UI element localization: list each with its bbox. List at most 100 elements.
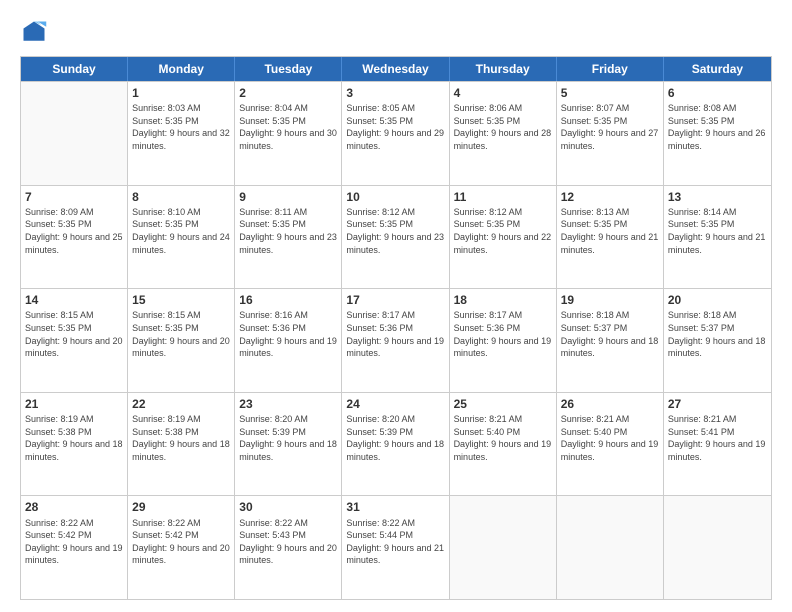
calendar-cell: 29 Sunrise: 8:22 AM Sunset: 5:42 PM Dayli… bbox=[128, 496, 235, 599]
calendar-cell: 17Sunrise: 8:17 AM Sunset: 5:36 PM Dayli… bbox=[342, 289, 449, 392]
calendar-cell: 8Sunrise: 8:10 AM Sunset: 5:35 PM Daylig… bbox=[128, 186, 235, 289]
calendar-cell: 14Sunrise: 8:15 AM Sunset: 5:35 PM Dayli… bbox=[21, 289, 128, 392]
calendar-row: 28 Sunrise: 8:22 AM Sunset: 5:42 PM Dayli… bbox=[21, 495, 771, 599]
day-number: 24 bbox=[346, 396, 444, 412]
calendar-cell: 6Sunrise: 8:08 AM Sunset: 5:35 PM Daylig… bbox=[664, 82, 771, 185]
calendar-cell: 16Sunrise: 8:16 AM Sunset: 5:36 PM Dayli… bbox=[235, 289, 342, 392]
calendar-cell: 1Sunrise: 8:03 AM Sunset: 5:35 PM Daylig… bbox=[128, 82, 235, 185]
day-number: 8 bbox=[132, 189, 230, 205]
header-day: Sunday bbox=[21, 57, 128, 81]
day-info: Sunrise: 8:22 AM Sunset: 5:42 PM Dayligh… bbox=[132, 517, 230, 567]
calendar-cell: 9Sunrise: 8:11 AM Sunset: 5:35 PM Daylig… bbox=[235, 186, 342, 289]
day-number: 21 bbox=[25, 396, 123, 412]
calendar-cell: 21Sunrise: 8:19 AM Sunset: 5:38 PM Dayli… bbox=[21, 393, 128, 496]
day-info: Sunrise: 8:12 AM Sunset: 5:35 PM Dayligh… bbox=[346, 206, 444, 256]
day-info: Sunrise: 8:21 AM Sunset: 5:40 PM Dayligh… bbox=[561, 413, 659, 463]
day-number: 25 bbox=[454, 396, 552, 412]
calendar: SundayMondayTuesdayWednesdayThursdayFrid… bbox=[20, 56, 772, 600]
day-info: Sunrise: 8:12 AM Sunset: 5:35 PM Dayligh… bbox=[454, 206, 552, 256]
day-info: Sunrise: 8:13 AM Sunset: 5:35 PM Dayligh… bbox=[561, 206, 659, 256]
day-number: 28 bbox=[25, 499, 123, 515]
day-info: Sunrise: 8:15 AM Sunset: 5:35 PM Dayligh… bbox=[25, 309, 123, 359]
day-number: 19 bbox=[561, 292, 659, 308]
day-number: 23 bbox=[239, 396, 337, 412]
logo-icon bbox=[20, 18, 48, 46]
day-info: Sunrise: 8:19 AM Sunset: 5:38 PM Dayligh… bbox=[25, 413, 123, 463]
day-info: Sunrise: 8:20 AM Sunset: 5:39 PM Dayligh… bbox=[239, 413, 337, 463]
day-info: Sunrise: 8:19 AM Sunset: 5:38 PM Dayligh… bbox=[132, 413, 230, 463]
header bbox=[20, 18, 772, 46]
day-number: 31 bbox=[346, 499, 444, 515]
calendar-cell bbox=[664, 496, 771, 599]
calendar-cell: 5Sunrise: 8:07 AM Sunset: 5:35 PM Daylig… bbox=[557, 82, 664, 185]
day-info: Sunrise: 8:20 AM Sunset: 5:39 PM Dayligh… bbox=[346, 413, 444, 463]
calendar-cell: 22Sunrise: 8:19 AM Sunset: 5:38 PM Dayli… bbox=[128, 393, 235, 496]
header-day: Thursday bbox=[450, 57, 557, 81]
calendar-cell: 4Sunrise: 8:06 AM Sunset: 5:35 PM Daylig… bbox=[450, 82, 557, 185]
day-info: Sunrise: 8:07 AM Sunset: 5:35 PM Dayligh… bbox=[561, 102, 659, 152]
calendar-cell bbox=[557, 496, 664, 599]
calendar-cell: 3Sunrise: 8:05 AM Sunset: 5:35 PM Daylig… bbox=[342, 82, 449, 185]
calendar-cell: 13Sunrise: 8:14 AM Sunset: 5:35 PM Dayli… bbox=[664, 186, 771, 289]
calendar-cell: 18Sunrise: 8:17 AM Sunset: 5:36 PM Dayli… bbox=[450, 289, 557, 392]
day-number: 10 bbox=[346, 189, 444, 205]
day-number: 20 bbox=[668, 292, 767, 308]
day-number: 1 bbox=[132, 85, 230, 101]
day-info: Sunrise: 8:22 AM Sunset: 5:42 PM Dayligh… bbox=[25, 517, 123, 567]
day-info: Sunrise: 8:15 AM Sunset: 5:35 PM Dayligh… bbox=[132, 309, 230, 359]
day-number: 6 bbox=[668, 85, 767, 101]
calendar-cell: 25Sunrise: 8:21 AM Sunset: 5:40 PM Dayli… bbox=[450, 393, 557, 496]
day-info: Sunrise: 8:11 AM Sunset: 5:35 PM Dayligh… bbox=[239, 206, 337, 256]
day-info: Sunrise: 8:14 AM Sunset: 5:35 PM Dayligh… bbox=[668, 206, 767, 256]
day-number: 5 bbox=[561, 85, 659, 101]
calendar-row: 14Sunrise: 8:15 AM Sunset: 5:35 PM Dayli… bbox=[21, 288, 771, 392]
day-number: 11 bbox=[454, 189, 552, 205]
day-number: 18 bbox=[454, 292, 552, 308]
header-day: Friday bbox=[557, 57, 664, 81]
day-info: Sunrise: 8:10 AM Sunset: 5:35 PM Dayligh… bbox=[132, 206, 230, 256]
day-number: 26 bbox=[561, 396, 659, 412]
calendar-cell bbox=[450, 496, 557, 599]
day-info: Sunrise: 8:21 AM Sunset: 5:41 PM Dayligh… bbox=[668, 413, 767, 463]
day-number: 7 bbox=[25, 189, 123, 205]
calendar-cell: 2Sunrise: 8:04 AM Sunset: 5:35 PM Daylig… bbox=[235, 82, 342, 185]
day-number: 29 bbox=[132, 499, 230, 515]
day-number: 3 bbox=[346, 85, 444, 101]
calendar-cell: 23Sunrise: 8:20 AM Sunset: 5:39 PM Dayli… bbox=[235, 393, 342, 496]
header-day: Wednesday bbox=[342, 57, 449, 81]
calendar-cell: 19Sunrise: 8:18 AM Sunset: 5:37 PM Dayli… bbox=[557, 289, 664, 392]
day-info: Sunrise: 8:16 AM Sunset: 5:36 PM Dayligh… bbox=[239, 309, 337, 359]
day-number: 22 bbox=[132, 396, 230, 412]
day-info: Sunrise: 8:08 AM Sunset: 5:35 PM Dayligh… bbox=[668, 102, 767, 152]
header-day: Saturday bbox=[664, 57, 771, 81]
day-info: Sunrise: 8:18 AM Sunset: 5:37 PM Dayligh… bbox=[561, 309, 659, 359]
day-info: Sunrise: 8:04 AM Sunset: 5:35 PM Dayligh… bbox=[239, 102, 337, 152]
day-number: 30 bbox=[239, 499, 337, 515]
calendar-cell: 30 Sunrise: 8:22 AM Sunset: 5:43 PM Dayli… bbox=[235, 496, 342, 599]
day-number: 9 bbox=[239, 189, 337, 205]
calendar-cell: 10Sunrise: 8:12 AM Sunset: 5:35 PM Dayli… bbox=[342, 186, 449, 289]
day-number: 27 bbox=[668, 396, 767, 412]
day-info: Sunrise: 8:17 AM Sunset: 5:36 PM Dayligh… bbox=[454, 309, 552, 359]
day-info: Sunrise: 8:18 AM Sunset: 5:37 PM Dayligh… bbox=[668, 309, 767, 359]
calendar-header: SundayMondayTuesdayWednesdayThursdayFrid… bbox=[21, 57, 771, 81]
calendar-cell: 15Sunrise: 8:15 AM Sunset: 5:35 PM Dayli… bbox=[128, 289, 235, 392]
calendar-cell: 24Sunrise: 8:20 AM Sunset: 5:39 PM Dayli… bbox=[342, 393, 449, 496]
day-info: Sunrise: 8:22 AM Sunset: 5:43 PM Dayligh… bbox=[239, 517, 337, 567]
day-number: 15 bbox=[132, 292, 230, 308]
calendar-cell: 20Sunrise: 8:18 AM Sunset: 5:37 PM Dayli… bbox=[664, 289, 771, 392]
day-number: 4 bbox=[454, 85, 552, 101]
day-info: Sunrise: 8:17 AM Sunset: 5:36 PM Dayligh… bbox=[346, 309, 444, 359]
day-info: Sunrise: 8:03 AM Sunset: 5:35 PM Dayligh… bbox=[132, 102, 230, 152]
calendar-cell: 27Sunrise: 8:21 AM Sunset: 5:41 PM Dayli… bbox=[664, 393, 771, 496]
calendar-body: 1Sunrise: 8:03 AM Sunset: 5:35 PM Daylig… bbox=[21, 81, 771, 599]
calendar-cell bbox=[21, 82, 128, 185]
day-info: Sunrise: 8:06 AM Sunset: 5:35 PM Dayligh… bbox=[454, 102, 552, 152]
logo bbox=[20, 18, 54, 46]
calendar-row: 1Sunrise: 8:03 AM Sunset: 5:35 PM Daylig… bbox=[21, 81, 771, 185]
calendar-cell: 7Sunrise: 8:09 AM Sunset: 5:35 PM Daylig… bbox=[21, 186, 128, 289]
calendar-cell: 12Sunrise: 8:13 AM Sunset: 5:35 PM Dayli… bbox=[557, 186, 664, 289]
day-number: 14 bbox=[25, 292, 123, 308]
day-info: Sunrise: 8:22 AM Sunset: 5:44 PM Dayligh… bbox=[346, 517, 444, 567]
calendar-cell: 28 Sunrise: 8:22 AM Sunset: 5:42 PM Dayli… bbox=[21, 496, 128, 599]
